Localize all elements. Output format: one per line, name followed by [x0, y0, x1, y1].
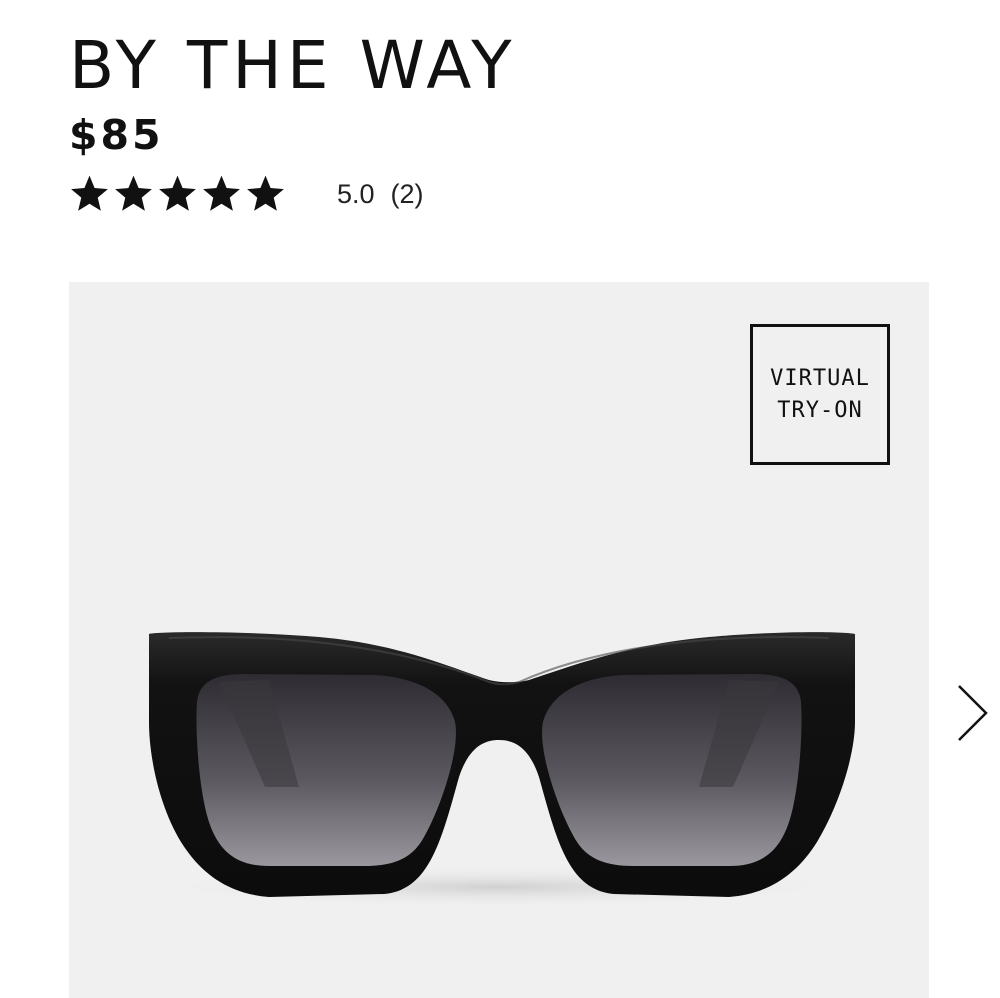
product-title: BY THE WAY [69, 27, 517, 104]
review-count[interactable]: (2) [391, 179, 424, 210]
virtual-try-on-label-line1: VIRTUAL [770, 365, 870, 391]
virtual-try-on-label-line2: TRY-ON [777, 397, 863, 423]
star-icon [244, 173, 287, 215]
product-gallery[interactable]: VIRTUAL TRY-ON [69, 282, 929, 998]
star-icon [200, 173, 243, 215]
star-icon [156, 173, 199, 215]
chevron-right-icon [955, 682, 991, 744]
rating-score: 5.0 [337, 178, 375, 209]
product-rating[interactable]: 5.0 (2) [68, 172, 424, 216]
product-price: $85 [69, 111, 164, 159]
virtual-try-on-button[interactable]: VIRTUAL TRY-ON [750, 324, 890, 465]
star-icon [112, 173, 155, 215]
rating-stars [68, 173, 287, 215]
gallery-next-button[interactable] [955, 682, 991, 744]
star-icon [68, 173, 111, 215]
